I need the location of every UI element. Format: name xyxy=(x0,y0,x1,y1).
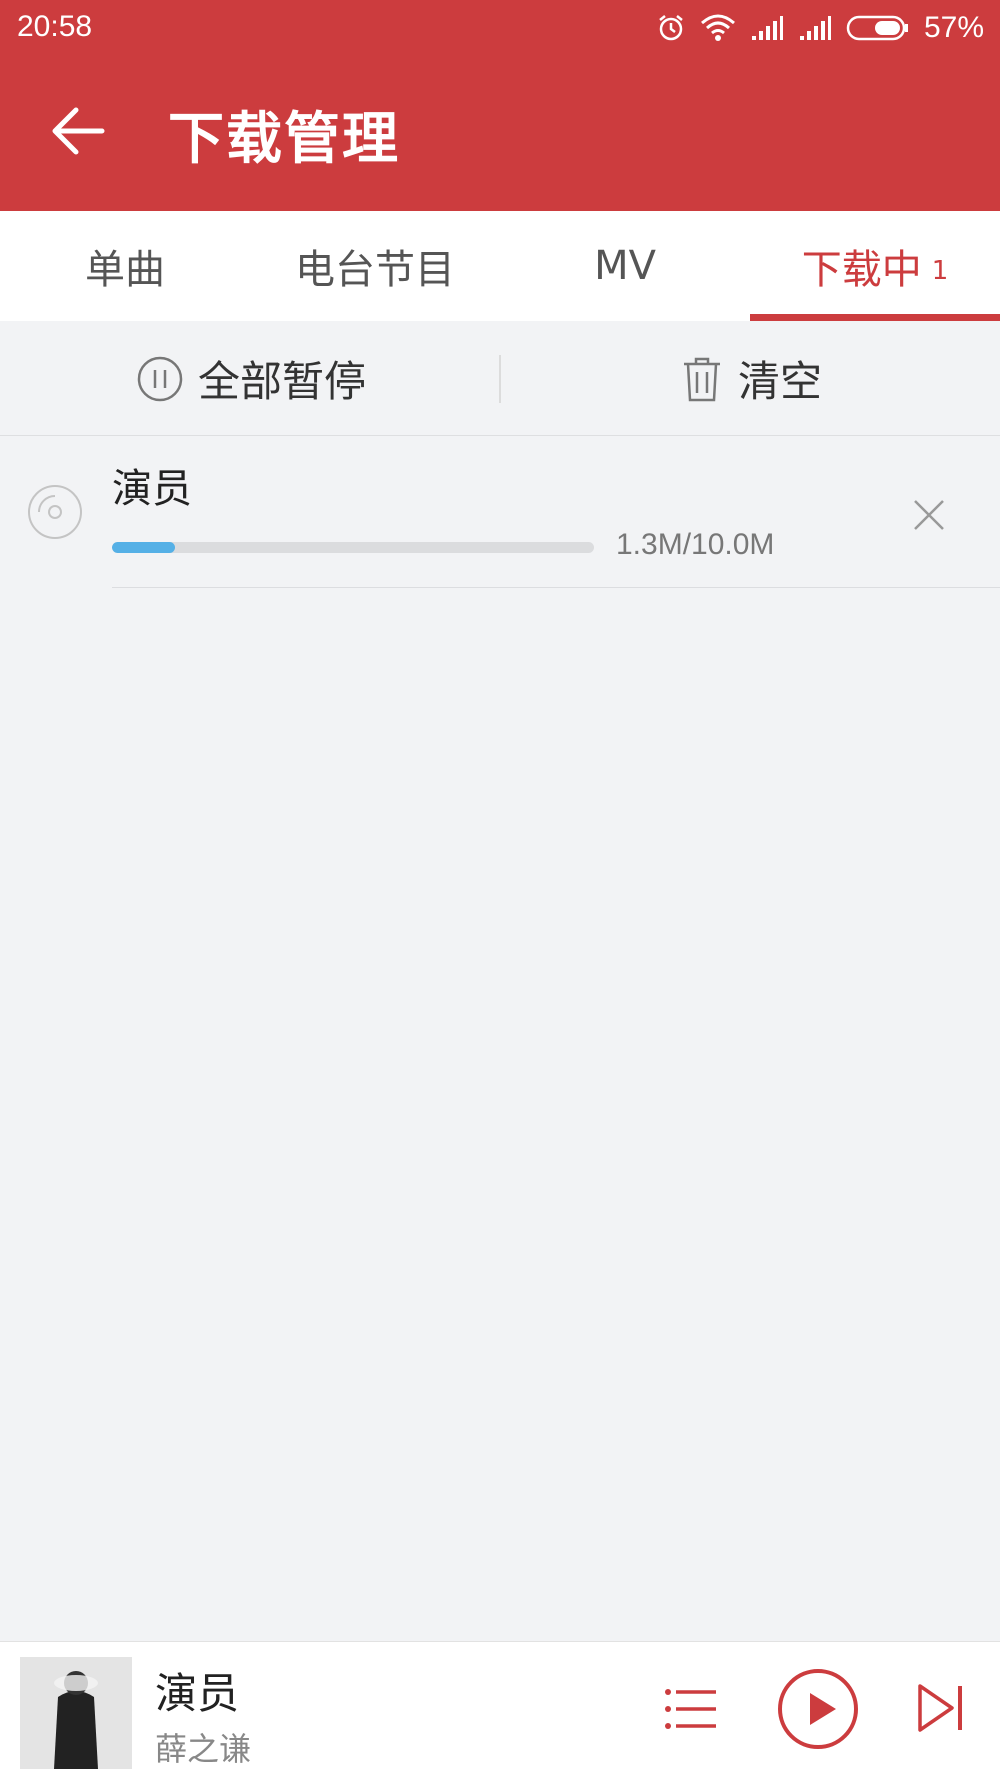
player-artist: 薛之谦 xyxy=(155,1730,252,1768)
clear-button[interactable]: 清空 xyxy=(680,321,822,436)
status-bar: 20:58 57% xyxy=(0,0,1000,56)
wifi-icon xyxy=(700,14,735,41)
status-icons: 57% xyxy=(656,8,984,48)
tab-singles[interactable]: 单曲 xyxy=(0,211,250,321)
download-progress-text: 1.3M/10.0M xyxy=(616,528,775,561)
battery-percent: 57% xyxy=(923,11,984,44)
tab-bar: 单曲 电台节目 MV 下载中 1 xyxy=(0,211,1000,321)
next-icon[interactable] xyxy=(912,1680,968,1736)
close-icon[interactable] xyxy=(905,491,953,539)
clear-label: 清空 xyxy=(738,357,823,406)
tab-label: 电台节目 xyxy=(295,247,455,293)
tab-label: MV xyxy=(594,243,656,289)
download-progress-bar xyxy=(112,542,594,553)
player-song-title: 演员 xyxy=(155,1669,240,1718)
pause-all-label: 全部暂停 xyxy=(198,357,367,406)
back-arrow-icon[interactable] xyxy=(44,96,114,166)
app-root: 20:58 57% 下载管理 单曲 电台节目 MV 下载中 1 全部暂停 清空 … xyxy=(0,0,1000,1778)
status-time: 20:58 xyxy=(17,10,93,43)
pause-circle-icon xyxy=(137,356,183,401)
tab-radio-programs[interactable]: 电台节目 xyxy=(250,211,500,321)
signal-icon xyxy=(799,16,831,40)
disc-icon xyxy=(28,485,82,539)
page-title: 下载管理 xyxy=(168,107,400,172)
signal-icon xyxy=(751,16,783,40)
album-art[interactable] xyxy=(20,1657,132,1769)
action-bar: 全部暂停 清空 xyxy=(0,321,1000,436)
app-header: 下载管理 xyxy=(0,56,1000,211)
pause-all-button[interactable]: 全部暂停 xyxy=(136,321,366,436)
mini-player[interactable]: 演员 薛之谦 xyxy=(0,1641,1000,1778)
battery-icon xyxy=(846,15,908,41)
tab-mv[interactable]: MV xyxy=(500,211,750,321)
alarm-icon xyxy=(659,15,683,41)
album-art-image xyxy=(20,1657,132,1769)
download-item[interactable]: 演员 1.3M/10.0M xyxy=(0,436,1000,588)
play-icon[interactable] xyxy=(776,1667,860,1751)
trash-icon xyxy=(684,357,720,401)
playlist-icon[interactable] xyxy=(662,1680,720,1738)
download-title: 演员 xyxy=(112,466,192,512)
download-progress-fill xyxy=(112,542,175,553)
tab-label: 下载中 xyxy=(801,247,922,293)
tab-label: 单曲 xyxy=(85,247,165,293)
tab-downloading[interactable]: 下载中 1 xyxy=(750,211,1000,321)
action-divider xyxy=(499,355,501,403)
tab-badge-count: 1 xyxy=(931,256,949,286)
row-divider xyxy=(112,587,1000,588)
active-tab-indicator xyxy=(750,314,1000,321)
